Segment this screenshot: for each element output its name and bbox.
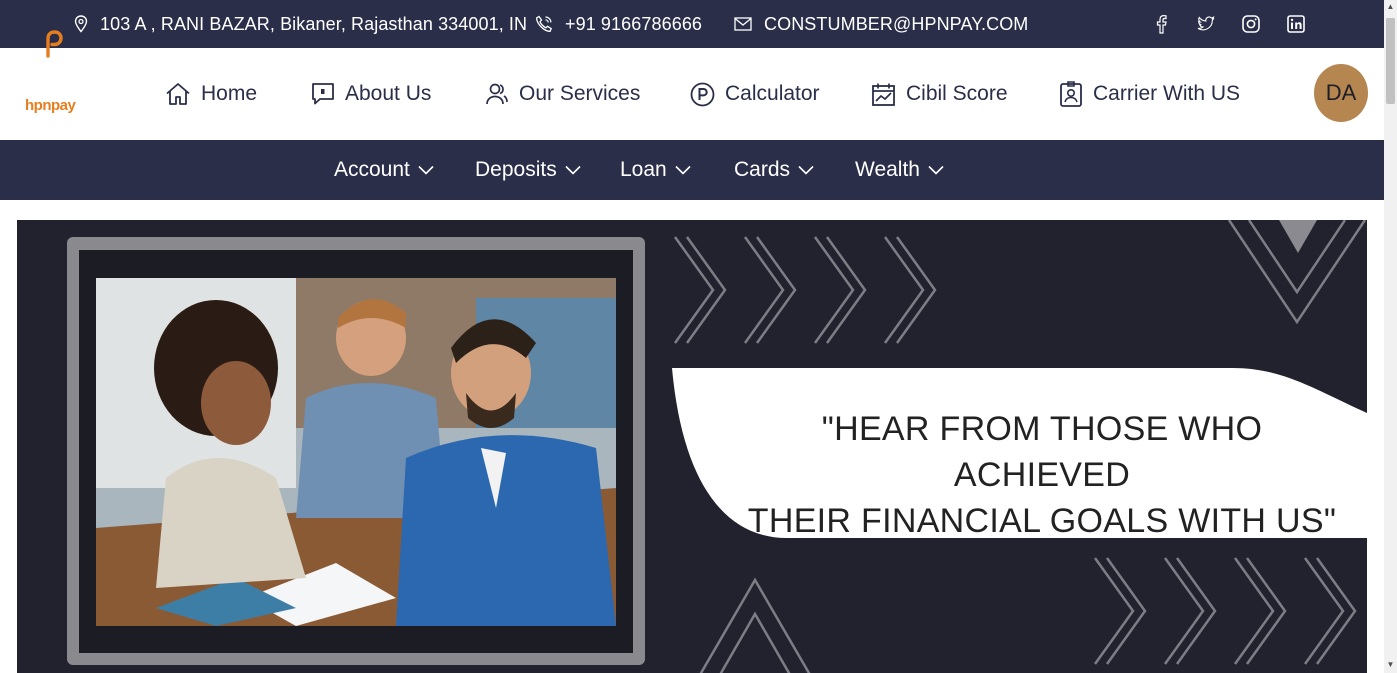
- nav-cibil-score[interactable]: Cibil Score: [871, 78, 1008, 110]
- subnav-wealth[interactable]: Wealth: [855, 140, 944, 200]
- address-info: 103 A , RANI BAZAR, Bikaner, Rajasthan 3…: [74, 0, 527, 48]
- quote-line-2: THEIR FINANCIAL GOALS WITH US": [747, 502, 1337, 540]
- product-navigation: Account Deposits Loan Cards Wealth: [0, 140, 1384, 200]
- scrollbar-thumb[interactable]: [1386, 18, 1395, 104]
- subnav-cards[interactable]: Cards: [734, 140, 814, 200]
- users-icon: [486, 83, 508, 105]
- id-badge-icon: [1060, 81, 1082, 107]
- hpnpay-logo-icon[interactable]: [22, 28, 86, 68]
- nav-our-services[interactable]: Our Services: [485, 78, 640, 110]
- home-icon: [166, 83, 190, 105]
- subnav-loan-label: Loan: [620, 158, 667, 181]
- vertical-scrollbar[interactable]: ▲ ▼: [1384, 0, 1397, 673]
- nav-about-us[interactable]: About Us: [311, 78, 431, 110]
- nav-carrier-with-us-label: Carrier With US: [1093, 82, 1241, 105]
- nav-calculator[interactable]: Calculator: [690, 78, 820, 110]
- email-text: CONSTUMBER@HPNPAY.COM: [764, 13, 1029, 34]
- hero-banner: "HEAR FROM THOSE WHO ACHIEVED THEIR FINA…: [17, 220, 1367, 673]
- chevron-down-icon: [928, 165, 944, 175]
- parking-circle-icon: [690, 82, 715, 106]
- nav-carrier-with-us[interactable]: Carrier With US: [1059, 78, 1240, 110]
- user-avatar[interactable]: DA: [1314, 64, 1368, 122]
- email-info[interactable]: CONSTUMBER@HPNPAY.COM: [734, 0, 1028, 48]
- linkedin-icon[interactable]: [1284, 12, 1308, 36]
- twitter-icon[interactable]: [1194, 12, 1218, 36]
- chevron-down-icon: [565, 165, 581, 175]
- facebook-icon[interactable]: [1149, 12, 1173, 36]
- phone-icon: [535, 15, 553, 33]
- chart-calendar-icon: [872, 83, 895, 106]
- scroll-up-icon[interactable]: ▲: [1386, 2, 1395, 12]
- nav-home-label: Home: [201, 82, 258, 105]
- brand-logo-text[interactable]: hpnpay: [25, 97, 76, 114]
- subnav-cards-label: Cards: [734, 158, 791, 181]
- subnav-account-label: Account: [334, 158, 410, 181]
- chevron-down-icon: [675, 165, 691, 175]
- quote-line-1: "HEAR FROM THOSE WHO ACHIEVED: [821, 410, 1263, 494]
- subnav-deposits[interactable]: Deposits: [475, 140, 581, 200]
- testimonial-quote: "HEAR FROM THOSE WHO ACHIEVED THEIR FINA…: [732, 406, 1352, 544]
- instagram-icon[interactable]: [1239, 12, 1263, 36]
- nav-calculator-label: Calculator: [725, 82, 820, 105]
- subnav-loan[interactable]: Loan: [620, 140, 691, 200]
- nav-about-us-label: About Us: [345, 82, 432, 105]
- address-text: 103 A , RANI BAZAR, Bikaner, Rajasthan 3…: [100, 13, 528, 34]
- chat-square-icon: [312, 83, 334, 105]
- mail-icon: [734, 17, 752, 31]
- nav-home[interactable]: Home: [165, 78, 257, 110]
- phone-text: +91 9166786666: [565, 13, 703, 34]
- phone-info[interactable]: +91 9166786666: [535, 0, 702, 48]
- subnav-account[interactable]: Account: [334, 140, 434, 200]
- scroll-down-icon[interactable]: ▼: [1386, 660, 1395, 670]
- nav-our-services-label: Our Services: [519, 82, 641, 105]
- subnav-deposits-label: Deposits: [475, 158, 557, 181]
- subnav-wealth-label: Wealth: [855, 158, 920, 181]
- top-contact-bar: 103 A , RANI BAZAR, Bikaner, Rajasthan 3…: [0, 0, 1384, 48]
- nav-cibil-score-label: Cibil Score: [906, 82, 1008, 105]
- chevron-down-icon: [418, 165, 434, 175]
- chevron-down-icon: [798, 165, 814, 175]
